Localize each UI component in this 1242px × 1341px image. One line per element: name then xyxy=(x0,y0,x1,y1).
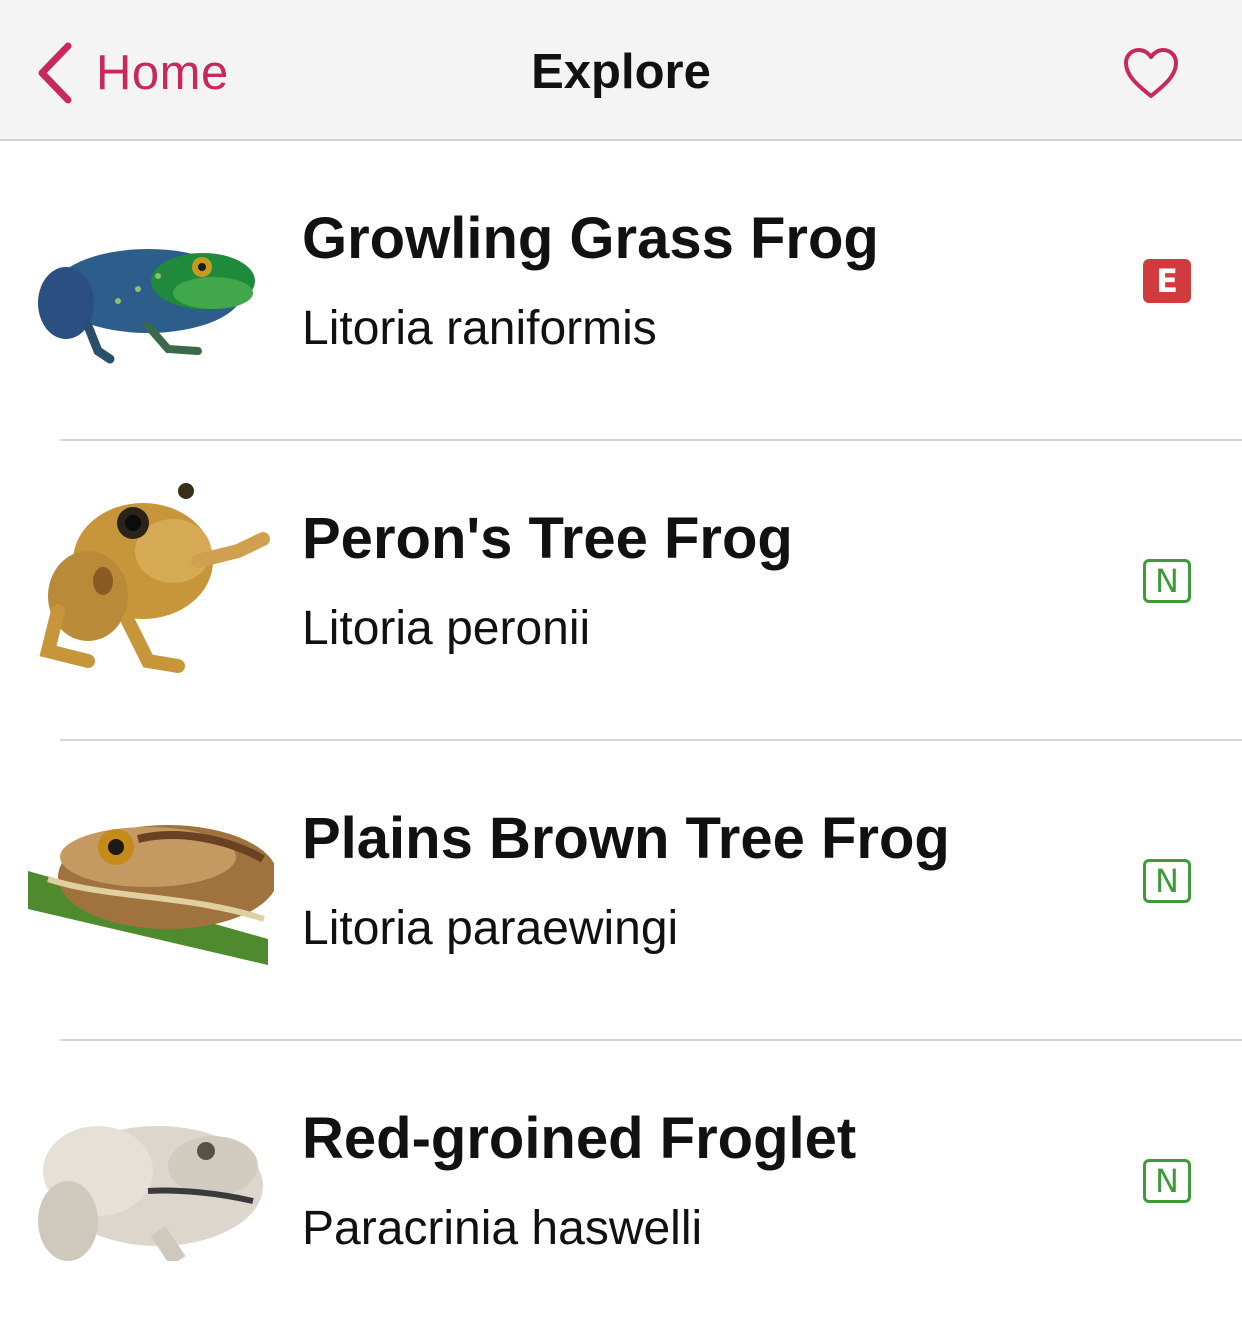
frog-thumbnail xyxy=(38,1126,263,1261)
page-title: Explore xyxy=(531,45,711,99)
scientific-name: Litoria peronii xyxy=(302,602,591,655)
common-name: Growling Grass Frog xyxy=(302,206,879,271)
common-name: Red-groined Froglet xyxy=(302,1106,857,1171)
list-item[interactable]: Red-groined Froglet Paracrinia haswelli … xyxy=(0,1041,1242,1341)
scientific-name: Litoria raniformis xyxy=(302,302,657,355)
common-name: Plains Brown Tree Frog xyxy=(302,806,950,871)
scientific-name: Paracrinia haswelli xyxy=(302,1202,703,1255)
status-badge: N xyxy=(1143,859,1191,903)
navigation-bar: Home Explore xyxy=(0,0,1242,141)
status-badge: N xyxy=(1143,559,1191,603)
heart-outline-icon xyxy=(1124,48,1178,98)
list-item[interactable]: Peron's Tree Frog Litoria peronii N xyxy=(0,441,1242,741)
frog-thumbnail xyxy=(38,249,255,364)
frog-thumbnail xyxy=(28,825,274,965)
status-badge: N xyxy=(1143,1159,1191,1203)
list-item[interactable]: Plains Brown Tree Frog Litoria paraewing… xyxy=(0,741,1242,1041)
list-item[interactable]: Growling Grass Frog Litoria raniformis E xyxy=(0,141,1242,441)
scientific-name: Litoria paraewingi xyxy=(302,902,679,955)
common-name: Peron's Tree Frog xyxy=(302,506,793,571)
status-badge: E xyxy=(1143,259,1191,303)
frog-thumbnail xyxy=(39,483,270,673)
favourites-button[interactable] xyxy=(1122,46,1180,100)
species-list: Growling Grass Frog Litoria raniformis E… xyxy=(0,141,1242,1341)
